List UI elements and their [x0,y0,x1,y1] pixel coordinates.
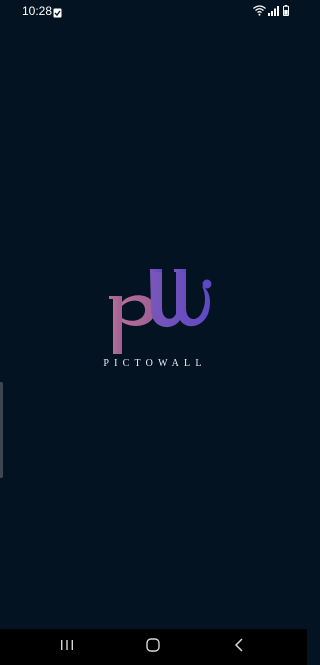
splash-screen: 10:28 PICTOWALL [0,0,307,665]
signal-icon [268,5,280,16]
edge-panel-handle[interactable] [0,382,3,478]
back-button[interactable] [214,629,264,665]
back-icon [234,637,244,657]
status-time: 10:28 [22,4,53,18]
notification-check-icon [53,5,62,18]
brand-name: PICTOWALL [103,358,207,369]
pictowall-logo-icon [106,268,222,356]
recent-apps-icon [60,638,74,656]
navigation-bar [0,629,307,665]
home-icon [146,637,160,657]
recent-apps-button[interactable] [42,629,92,665]
battery-icon [283,4,289,16]
wifi-icon [253,4,266,16]
status-bar: 10:28 [0,0,307,22]
home-button[interactable] [128,629,178,665]
status-icons [253,4,289,16]
